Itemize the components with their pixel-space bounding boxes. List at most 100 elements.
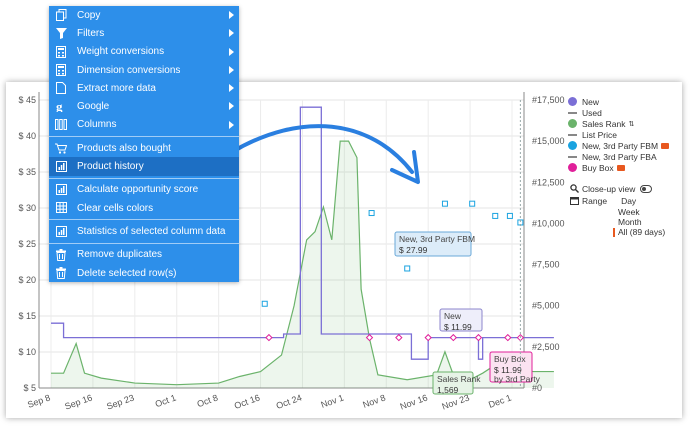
x-tick-label: Oct 16 bbox=[233, 392, 261, 410]
legend-label: Sales Rank bbox=[582, 118, 626, 129]
legend-swatch bbox=[568, 111, 577, 114]
y-right-tick-label: #10,000 bbox=[532, 218, 565, 228]
copy-icon bbox=[55, 9, 67, 21]
buy-box-tooltip-extra: by 3rd Party bbox=[494, 374, 541, 384]
fbm-tooltip-value: $ 27.99 bbox=[399, 245, 428, 255]
range-day[interactable]: Day bbox=[621, 196, 636, 206]
columns-icon bbox=[55, 119, 67, 131]
menu-item-label: Weight conversions bbox=[77, 46, 165, 58]
filter-icon bbox=[55, 27, 67, 39]
closeup-label: Close-up view bbox=[582, 184, 636, 194]
legend-item[interactable]: New bbox=[568, 96, 680, 107]
x-tick-label: Nov 16 bbox=[399, 392, 429, 411]
menu-item-delete-selected-row-s[interactable]: Delete selected row(s) bbox=[49, 264, 239, 282]
buy-box-tooltip-label: Buy Box bbox=[494, 354, 526, 364]
y-right-tick-label: #17,500 bbox=[532, 95, 565, 105]
calendar-icon bbox=[570, 196, 582, 207]
buy-box-point bbox=[265, 333, 273, 342]
context-menu: Copy Filters Weight conversions Dimension c… bbox=[49, 6, 239, 283]
range-all-label: All (89 days) bbox=[618, 227, 666, 237]
menu-separator bbox=[49, 219, 239, 221]
menu-item-label: Dimension conversions bbox=[77, 64, 181, 76]
fbm-point bbox=[368, 210, 375, 217]
range-month[interactable]: Month bbox=[618, 217, 680, 227]
menu-item-label: Google bbox=[77, 101, 110, 113]
legend-item[interactable]: Used bbox=[568, 107, 680, 118]
legend-label: New, 3rd Party FBA bbox=[582, 151, 657, 162]
menu-separator bbox=[49, 242, 239, 244]
y-right-tick-label: #12,500 bbox=[532, 177, 565, 187]
x-tick-label: Oct 24 bbox=[275, 392, 303, 410]
x-tick-label: Oct 1 bbox=[154, 392, 178, 409]
x-tick-label: Nov 1 bbox=[320, 392, 346, 409]
legend-item[interactable]: New, 3rd Party FBA bbox=[568, 151, 680, 162]
x-tick-label: Dec 1 bbox=[487, 392, 513, 409]
fbm-tooltip-label: New, 3rd Party FBM bbox=[399, 234, 475, 244]
menu-item-statistics-of-selected-column-data[interactable]: Statistics of selected column data bbox=[49, 222, 239, 240]
sales-rank-tooltip-value: 1,569 bbox=[437, 385, 459, 395]
y-right-tick-label: #15,000 bbox=[532, 136, 565, 146]
y-right-tick-label: #2,500 bbox=[532, 342, 560, 352]
closeup-toggle[interactable] bbox=[640, 185, 653, 193]
legend-swatch bbox=[568, 163, 577, 172]
chart-controls: Close-up view Range Day Week Month All (… bbox=[570, 183, 680, 237]
x-tick-label: Sep 16 bbox=[63, 392, 93, 411]
legend-item[interactable]: New, 3rd Party FBM bbox=[568, 140, 680, 151]
legend-item[interactable]: Sales Rank ⇅ bbox=[568, 118, 680, 129]
search-icon bbox=[570, 183, 582, 195]
menu-item-label: Delete selected row(s) bbox=[77, 267, 177, 279]
document-icon bbox=[55, 82, 67, 95]
menu-item-label: Clear cells colors bbox=[77, 202, 154, 214]
legend-swatch bbox=[568, 133, 577, 136]
legend-swatch bbox=[568, 119, 577, 128]
new-tooltip-label: New bbox=[444, 311, 462, 321]
menu-item-extract-more-data[interactable]: Extract more data bbox=[49, 79, 239, 97]
y-left-tick-label: $ 40 bbox=[18, 131, 36, 141]
trash-icon bbox=[55, 248, 67, 261]
calculator-icon bbox=[55, 63, 67, 76]
menu-item-remove-duplicates[interactable]: Remove duplicates bbox=[49, 246, 239, 264]
range-all[interactable]: All (89 days) bbox=[613, 227, 680, 237]
menu-item-dimension-conversions[interactable]: Dimension conversions bbox=[49, 61, 239, 79]
range-week[interactable]: Week bbox=[618, 207, 680, 217]
submenu-arrow-icon bbox=[229, 11, 234, 19]
menu-item-products-also-bought[interactable]: Products also bought bbox=[49, 139, 239, 157]
grid-icon bbox=[55, 202, 67, 214]
legend-swatch bbox=[568, 155, 577, 158]
menu-item-copy[interactable]: Copy bbox=[49, 6, 239, 24]
fbm-point bbox=[261, 300, 268, 307]
menu-item-label: Statistics of selected column data bbox=[77, 225, 226, 237]
legend-item[interactable]: Buy Box bbox=[568, 162, 680, 173]
fbm-point bbox=[492, 212, 499, 219]
fbm-point bbox=[404, 265, 411, 272]
menu-item-weight-conversions[interactable]: Weight conversions bbox=[49, 43, 239, 61]
cart-icon bbox=[55, 142, 67, 154]
calculator-icon bbox=[55, 45, 67, 58]
sort-icon[interactable]: ⇅ bbox=[628, 120, 634, 128]
legend-label: Used bbox=[582, 107, 602, 118]
menu-item-columns[interactable]: Columns bbox=[49, 116, 239, 134]
closeup-toggle-row[interactable]: Close-up view bbox=[570, 183, 680, 195]
menu-item-filters[interactable]: Filters bbox=[49, 24, 239, 42]
submenu-arrow-icon bbox=[229, 65, 234, 74]
menu-item-google[interactable]: g Google bbox=[49, 97, 239, 115]
curved-arrow bbox=[230, 124, 414, 174]
y-right-tick-label: #7,500 bbox=[532, 260, 560, 270]
menu-item-calculate-opportunity-score[interactable]: Calculate opportunity score bbox=[49, 181, 239, 199]
menu-item-product-history[interactable]: Product history bbox=[49, 157, 239, 176]
legend-label: New, 3rd Party FBM bbox=[582, 140, 659, 151]
chart-tooltips: New, 3rd Party FBM$ 27.99 New$ 11.99 Buy B… bbox=[394, 100, 541, 395]
menu-item-clear-cells-colors[interactable]: Clear cells colors bbox=[49, 199, 239, 217]
range-row: Range Day bbox=[570, 195, 680, 207]
truck-icon bbox=[661, 142, 670, 149]
buy-box-point bbox=[395, 333, 403, 342]
legend-item[interactable]: List Price bbox=[568, 129, 680, 140]
x-tick-label: Sep 8 bbox=[26, 392, 52, 409]
legend-label: List Price bbox=[582, 129, 617, 140]
menu-separator bbox=[49, 177, 239, 179]
x-tick-label: Oct 8 bbox=[196, 392, 220, 409]
chart-legend: New Used Sales Rank ⇅ List Price New, 3rd Par… bbox=[568, 96, 680, 173]
y-left-tick-label: $ 45 bbox=[18, 95, 36, 105]
y-left-tick-label: $ 15 bbox=[18, 311, 36, 321]
buy-box-point bbox=[424, 333, 432, 342]
